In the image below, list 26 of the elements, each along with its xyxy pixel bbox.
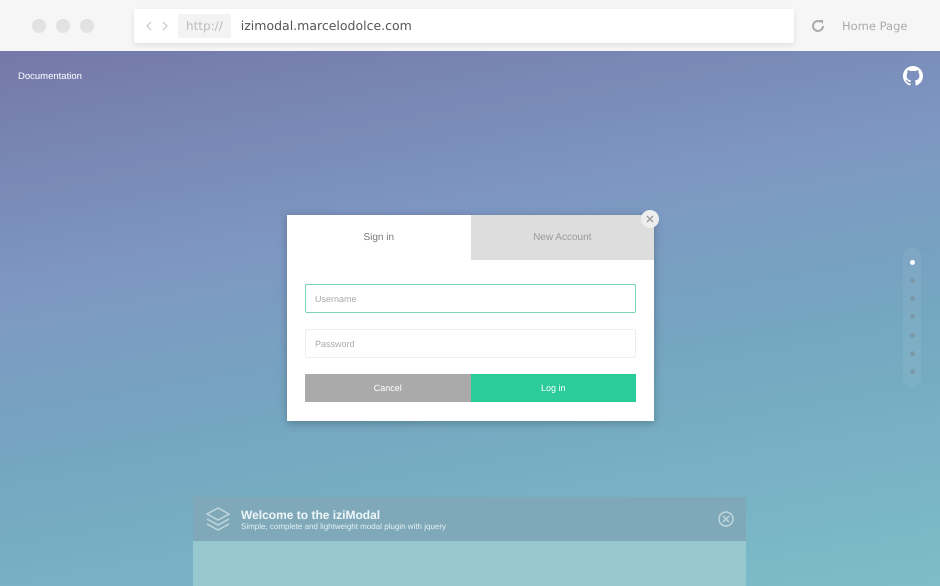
modal-title: Welcome to the iziModal: [241, 508, 382, 522]
close-button[interactable]: [641, 210, 659, 228]
modal-subtitle: Simple, complete and lightweight modal plugin with jquery: [241, 522, 447, 530]
page-dot[interactable]: [910, 314, 914, 320]
page-dot[interactable]: [910, 278, 914, 283]
url-text: izimodal.marcelodolce.com: [240, 18, 412, 33]
tab[interactable]: New Account: [470, 215, 654, 260]
protocol-label: http://: [178, 14, 231, 38]
login-button[interactable]: Log in: [470, 374, 636, 402]
close-icon: [718, 511, 734, 527]
page-dot[interactable]: [910, 296, 914, 302]
home-page-link[interactable]: Home Page: [842, 18, 908, 32]
input-field[interactable]: Username: [305, 284, 636, 313]
back-forward-arrows-icon[interactable]: [146, 20, 168, 30]
documentation-link[interactable]: Documentation: [18, 70, 82, 82]
close-icon: [646, 215, 654, 223]
tab[interactable]: Sign in: [287, 215, 470, 260]
address-bar[interactable]: http:// izimodal.marcelodolce.com: [134, 8, 794, 42]
reload-icon[interactable]: [810, 18, 826, 34]
page-dot[interactable]: [910, 260, 914, 265]
layers-icon: [205, 506, 231, 532]
cancel-button[interactable]: Cancel: [305, 374, 470, 402]
page-dot[interactable]: [910, 369, 914, 374]
page-dot[interactable]: [910, 351, 914, 356]
github-icon[interactable]: [903, 66, 923, 86]
page-dot[interactable]: [910, 332, 914, 338]
